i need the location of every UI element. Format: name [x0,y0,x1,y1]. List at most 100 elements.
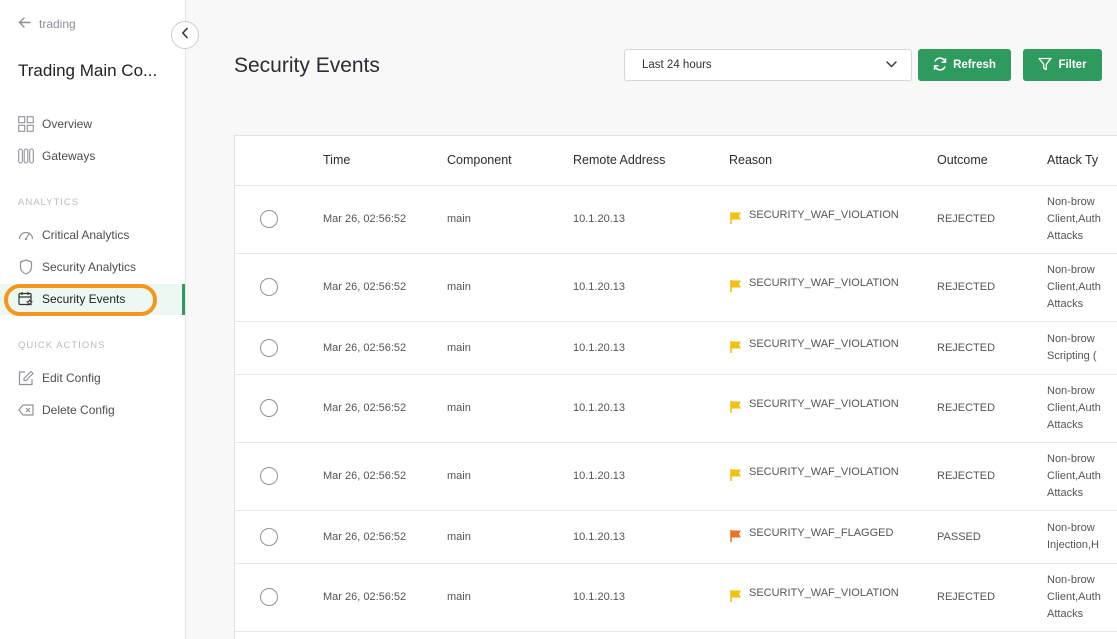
cell-reason: SECURITY_WAF_VIOLATION [729,277,899,293]
cell-remote-address: 10.1.20.13 [573,341,625,354]
sidebar: trading Trading Main Co... Overview Gate… [0,0,186,639]
table-header: Time Component Remote Address Reason Out… [235,136,1117,186]
cell-attack-type: Non-brow Client,Auth Attacks [1047,194,1107,245]
sidebar-item-critical-analytics[interactable]: Critical Analytics [18,225,129,245]
sidebar-item-label: Security Events [42,292,126,306]
cell-outcome: REJECTED [937,281,996,293]
cell-remote-address: 10.1.20.13 [573,402,625,414]
refresh-button-label: Refresh [953,59,996,71]
cell-outcome: REJECTED [937,402,996,414]
filter-button[interactable]: Filter [1023,49,1102,81]
events-table: Time Component Remote Address Reason Out… [234,135,1117,639]
sidebar-item-label: Security Analytics [42,260,137,274]
cell-remote-address: 10.1.20.13 [573,591,625,603]
table-row[interactable]: Mar 26, 02:56:52 main 10.1.20.13 REJECTED SE… [235,185,1117,254]
table-row[interactable]: Mar 26, 02:56:52 main 10.1.20.13 REJECTED SE… [235,253,1117,322]
cell-reason: SECURITY_WAF_VIOLATION [729,466,899,482]
cell-attack-type: Non-brow Scripting ( [1047,331,1107,365]
cell-reason: SECURITY_WAF_FLAGGED [729,527,893,543]
reason-text: SECURITY_WAF_VIOLATION [749,209,899,221]
sidebar-item-security-analytics[interactable]: Security Analytics [18,257,136,277]
sidebar-item-delete-config[interactable]: Delete Config [18,400,115,420]
column-header-remote-address[interactable]: Remote Address [573,153,665,167]
flag-icon [729,589,743,603]
sidebar-item-edit-config[interactable]: Edit Config [18,368,101,388]
row-select-radio[interactable] [260,399,278,417]
collapse-sidebar-button[interactable] [171,21,199,49]
cell-component: main [447,402,471,414]
column-header-attack-type[interactable]: Attack Ty [1047,153,1098,167]
sidebar-item-label: Gateways [42,149,96,163]
cell-remote-address: 10.1.20.13 [573,470,625,482]
cell-outcome: PASSED [937,530,981,543]
column-header-time[interactable]: Time [323,153,350,167]
sidebar-item-label: Delete Config [42,403,115,417]
back-link[interactable]: trading [18,17,76,31]
cell-component: main [447,470,471,482]
attack-type-line: Client,Auth [1047,212,1101,225]
flag-icon [729,529,743,543]
attack-type-line: Client,Auth [1047,590,1101,603]
cell-time: Mar 26, 02:56:52 [323,281,407,293]
column-header-reason[interactable]: Reason [729,153,772,167]
attack-type-line: Non-brow [1047,384,1095,397]
cell-outcome: REJECTED [937,591,996,603]
table-row[interactable]: Mar 26, 02:56:52 main 10.1.20.13 REJECTED SE… [235,442,1117,511]
active-item-indicator [182,284,185,315]
flag-icon [729,340,743,354]
table-row[interactable]: Mar 26, 02:56:52 main 10.1.20.13 REJECTED SE… [235,321,1117,375]
flag-icon [729,400,743,414]
attack-type-line: Scripting ( [1047,349,1097,362]
attack-type-line: Client,Auth [1047,469,1101,482]
refresh-icon [933,56,947,74]
cell-time: Mar 26, 02:56:52 [323,213,407,225]
time-range-value: Last 24 hours [642,59,712,71]
reason-text: SECURITY_WAF_VIOLATION [749,587,899,599]
reason-text: SECURITY_WAF_VIOLATION [749,466,899,478]
cell-attack-type: Non-brow Client,Auth Attacks [1047,262,1107,313]
sidebar-item-overview[interactable]: Overview [18,114,92,134]
cell-time: Mar 26, 02:56:52 [323,341,407,354]
attack-type-line: Non-brow [1047,521,1095,534]
column-header-outcome[interactable]: Outcome [937,153,988,167]
gauge-icon [18,227,34,243]
time-range-select[interactable]: Last 24 hours [624,49,912,81]
row-select-radio[interactable] [260,527,278,546]
cell-component: main [447,591,471,603]
column-header-component[interactable]: Component [447,153,512,167]
section-label-quick-actions: QUICK ACTIONS [18,340,106,351]
delete-icon [18,402,34,418]
row-select-radio[interactable] [260,588,278,606]
sidebar-item-gateways[interactable]: Gateways [18,146,95,166]
cell-attack-type: Non-brow Client,Auth Attacks [1047,451,1107,502]
sidebar-item-security-events[interactable]: Security Events [18,289,125,309]
filter-icon [1038,57,1053,74]
cell-attack-type: Non-brow Client,Auth Attacks [1047,572,1107,623]
cell-outcome: REJECTED [937,213,996,225]
cell-remote-address: 10.1.20.13 [573,530,625,543]
cell-component: main [447,530,471,543]
cell-reason: SECURITY_WAF_VIOLATION [729,587,899,603]
attack-type-line: Non-brow [1047,332,1095,345]
edit-icon [18,370,34,386]
attack-type-line: Injection,H [1047,538,1099,551]
table-row[interactable]: Mar 26, 02:56:52 main 10.1.20.13 REJECTED SE… [235,563,1117,632]
table-row[interactable]: Mar 26, 02:56:52 main 10.1.20.13 PASSED SECU… [235,510,1117,564]
row-select-radio[interactable] [260,338,278,357]
row-select-radio[interactable] [260,278,278,296]
filter-button-label: Filter [1058,59,1087,71]
row-select-radio[interactable] [260,210,278,228]
gateways-icon [18,148,34,164]
flag-icon [729,279,743,293]
cell-outcome: REJECTED [937,470,996,482]
refresh-button[interactable]: Refresh [918,49,1011,81]
cell-reason: SECURITY_WAF_VIOLATION [729,398,899,414]
calendar-star-icon [18,291,34,307]
attack-type-line: Non-brow [1047,452,1095,465]
sidebar-item-label: Edit Config [42,371,101,385]
table-row[interactable]: Mar 26, 02:56:52 main 10.1.20.13 REJECTED SE… [235,374,1117,443]
row-select-radio[interactable] [260,467,278,485]
grid-icon [18,116,34,132]
attack-type-line: Attacks [1047,607,1084,620]
cell-time: Mar 26, 02:56:52 [323,530,407,543]
